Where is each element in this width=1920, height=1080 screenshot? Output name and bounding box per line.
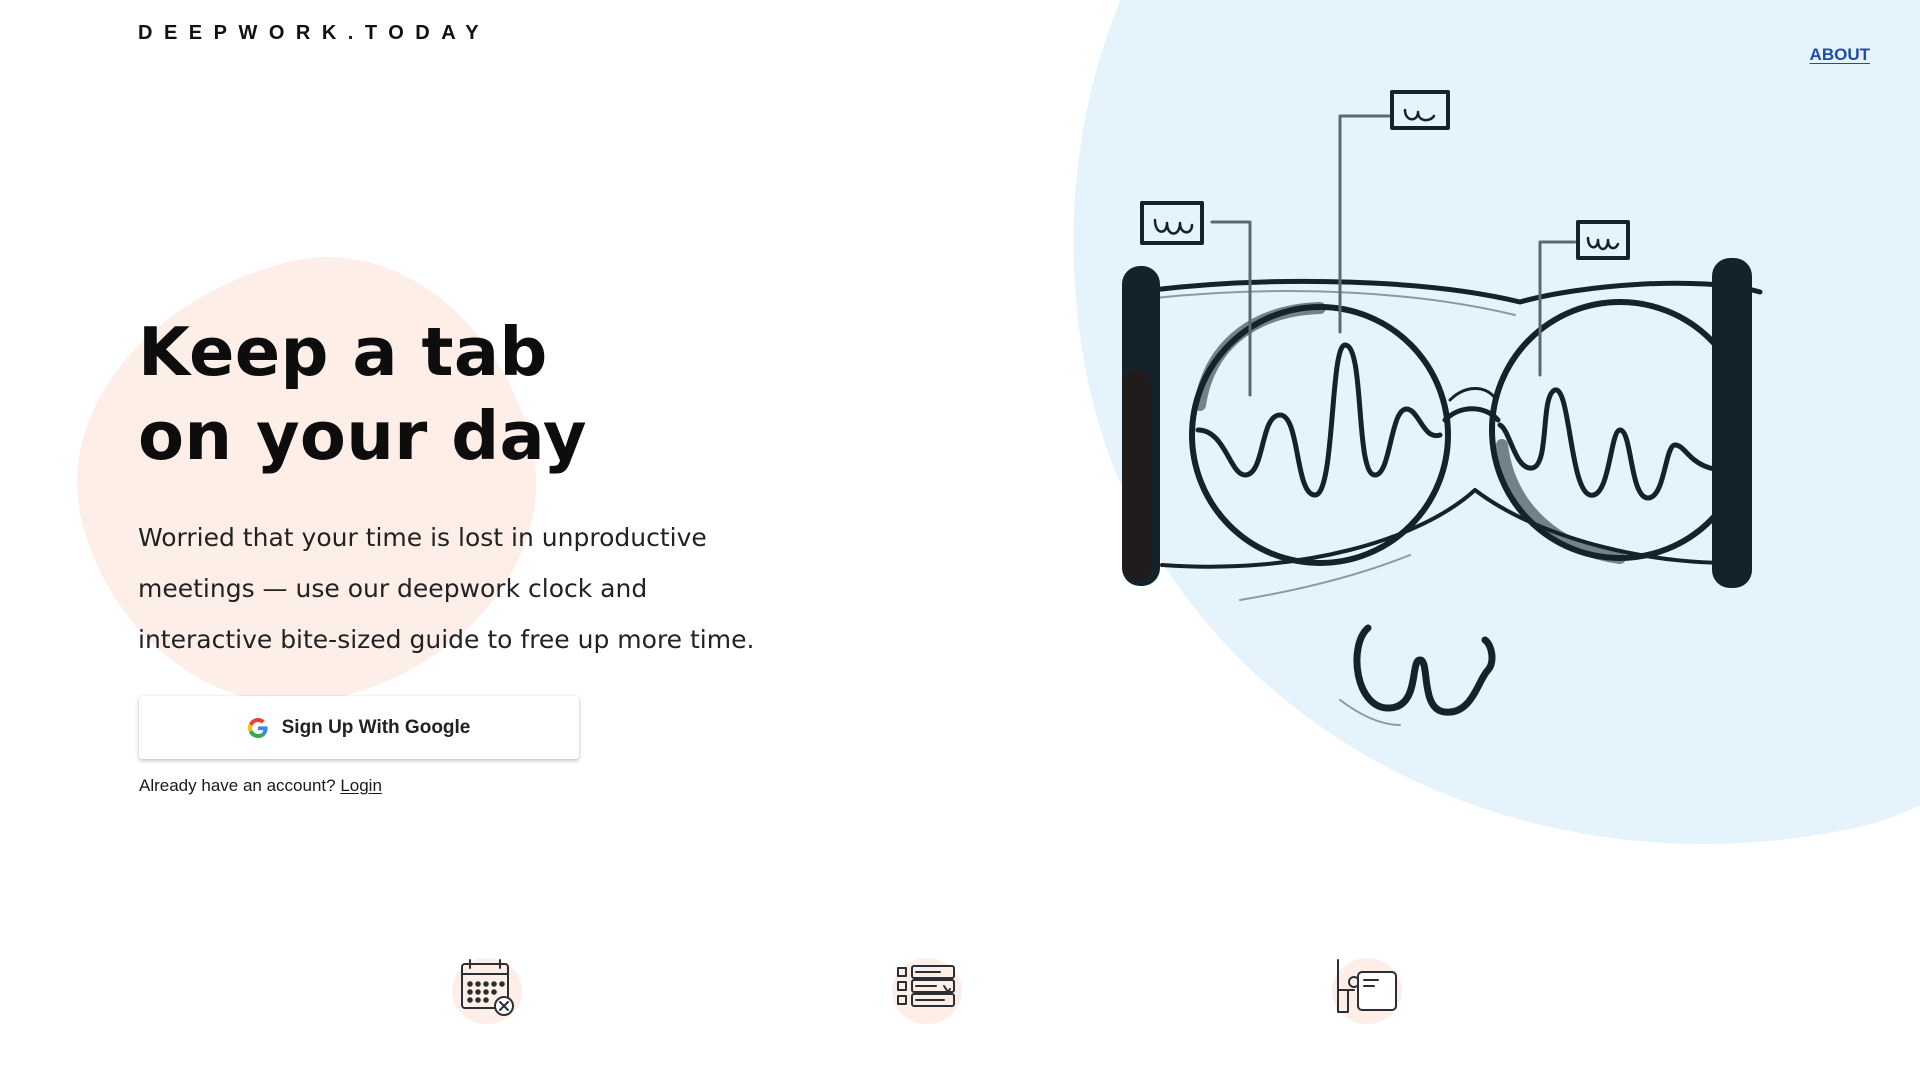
- brand-logo[interactable]: DEEPWORK.TODAY: [138, 22, 490, 45]
- desk-tablet-icon: [1337, 959, 1397, 1013]
- login-prompt-text: Already have an account?: [139, 776, 341, 795]
- sign-up-button-label: Sign Up With Google: [281, 716, 471, 738]
- hero-description-line: interactive bite-sized guide to free up …: [138, 625, 755, 654]
- feature-calendar-cancel: [440, 950, 530, 1030]
- background-pink-blob: [33, 215, 580, 748]
- hero-title-line: Keep a tab: [138, 313, 548, 391]
- hero-description: Worried that your time is lost in unprod…: [138, 512, 798, 665]
- hero-description-line: meetings — use our deepwork clock and: [138, 574, 648, 603]
- about-link[interactable]: ABOUT: [1810, 45, 1870, 65]
- login-link[interactable]: Login: [340, 776, 382, 795]
- calendar-cancel-icon: [461, 959, 514, 1016]
- feature-desk-tablet: [1320, 950, 1410, 1030]
- checklist-icon: [897, 965, 955, 1007]
- hero-description-line: Worried that your time is lost in unprod…: [138, 523, 707, 552]
- glasses-illustration: [1122, 90, 1763, 726]
- google-g-icon: [247, 717, 268, 738]
- hero-title-line: on your day: [138, 397, 587, 475]
- hero-title: Keep a tab on your day: [138, 310, 587, 478]
- login-prompt: Already have an account? Login: [139, 776, 382, 796]
- sign-up-with-google-button[interactable]: Sign Up With Google: [139, 696, 579, 759]
- feature-checklist: [880, 950, 970, 1030]
